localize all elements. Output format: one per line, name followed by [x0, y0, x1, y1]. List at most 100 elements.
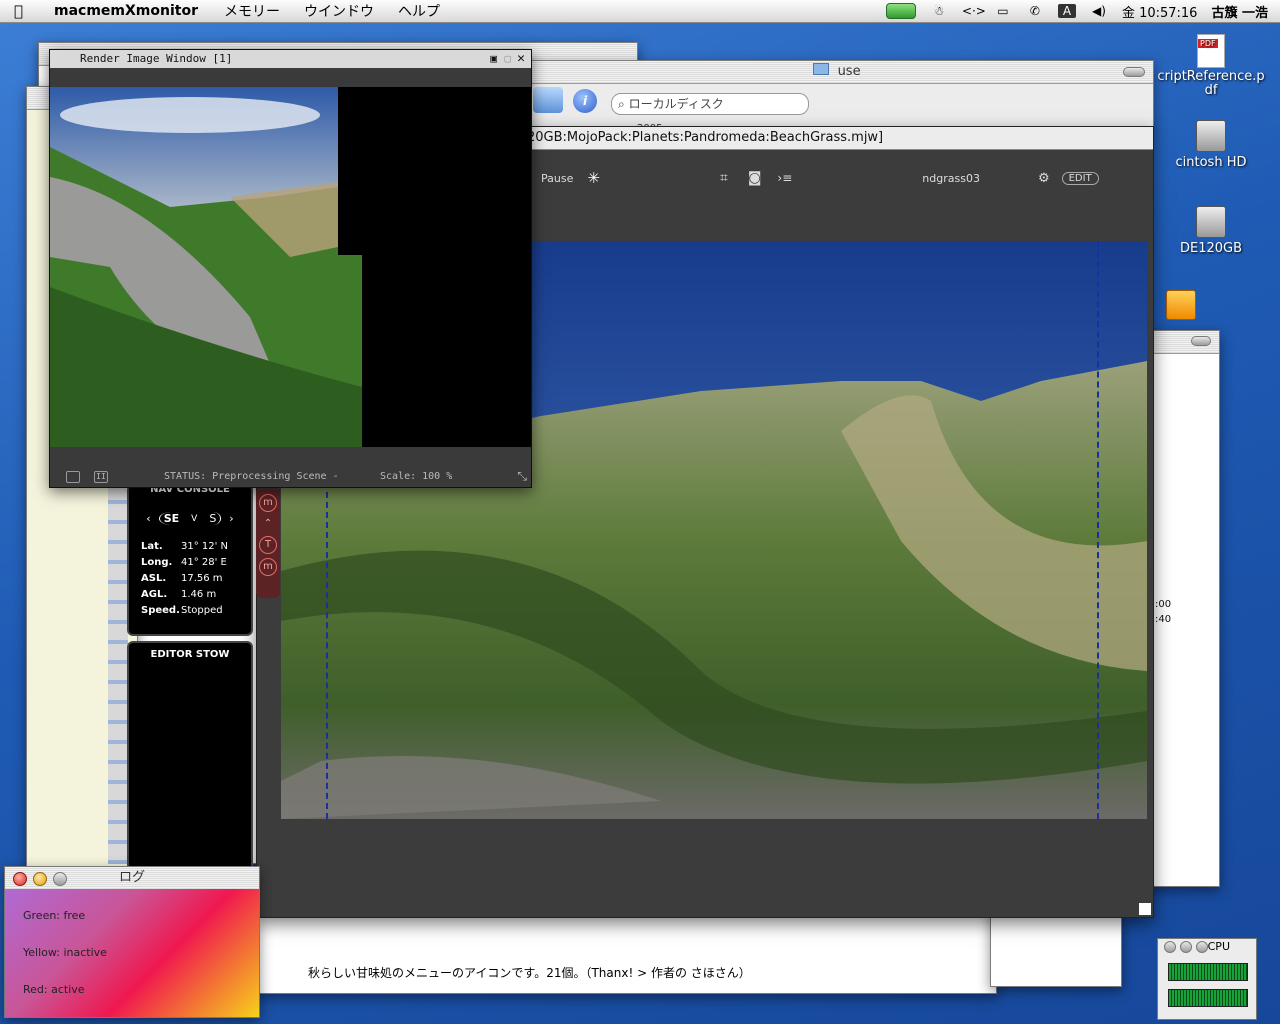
finder-sidebar-icons[interactable] — [108, 484, 128, 864]
bottom-window-2[interactable]: 秋らしい甘味処のメニューのアイコンです。21個。（Thanx! > 作者の さほ… — [255, 910, 997, 994]
minimize-icon[interactable]: ▣ — [490, 50, 497, 68]
cpu-titlebar[interactable]: CPU — [1158, 939, 1256, 955]
time-readout-2: :40 — [1155, 614, 1172, 625]
finder-search-field[interactable]: ⌕ ローカルディスク — [611, 93, 809, 115]
font-a-icon[interactable]: A — [1057, 4, 1076, 18]
folder-icon — [813, 63, 830, 75]
menubar:  macmemXmonitor メモリー ウインドウ ヘルプ ☃ <·> ▭ … — [0, 0, 1280, 23]
menu-window[interactable]: ウインドウ — [304, 1, 374, 21]
apple-menu-icon[interactable]:  — [14, 2, 36, 20]
desktop-item-label: DE120GB — [1179, 241, 1243, 256]
arrow-left-icon[interactable]: ‹ — [146, 512, 150, 525]
finder-title: use — [837, 64, 861, 79]
code-icon[interactable]: <·> — [962, 4, 986, 18]
render-preview-image — [50, 87, 362, 447]
nav-row-lat: Lat. 31° 12' N — [141, 541, 229, 552]
nav-row-agl: AGL. 1.46 m — [141, 589, 217, 600]
render-status-bar: II STATUS: Preprocessing Scene - Scale: … — [50, 468, 531, 486]
cpu-title: CPU — [1207, 940, 1230, 953]
render-canvas — [50, 87, 531, 447]
tab-m-1[interactable]: m — [259, 494, 277, 512]
gear-icon[interactable]: ⚙ — [1038, 171, 1050, 186]
close-button[interactable] — [1164, 941, 1176, 953]
menubar-user[interactable]: 古籏 一浩 — [1211, 2, 1268, 21]
cpu-bar-2 — [1168, 989, 1248, 1007]
log-titlebar[interactable]: ログ — [5, 867, 259, 890]
menu-help[interactable]: ヘルプ — [398, 1, 440, 21]
resize-grip[interactable] — [1139, 903, 1151, 915]
zoom-button[interactable] — [1196, 941, 1208, 953]
desktop-item-label: criptReference.p df — [1157, 69, 1265, 98]
tab-t[interactable]: T — [259, 536, 277, 554]
compass-heading-mid: V — [191, 513, 198, 524]
menu-memory[interactable]: メモリー — [224, 1, 280, 21]
model-name[interactable]: ndgrass03 — [922, 172, 980, 185]
render-status-text: STATUS: Preprocessing Scene - — [164, 471, 339, 482]
render-star-icon[interactable]: ✳ — [587, 169, 600, 187]
finder-window[interactable]: use i ⌕ ローカルディスク 2005 — [520, 60, 1154, 134]
editor-stow-title: EDITOR STOW — [150, 649, 230, 660]
legend-yellow: Yellow: inactive — [23, 946, 107, 959]
crop-icon[interactable]: ⌗ — [720, 170, 728, 186]
cpu-bar-1 — [1168, 963, 1248, 981]
phone-icon[interactable]: ✆ — [1026, 4, 1044, 18]
finder-search-placeholder: ローカルディスク — [628, 97, 724, 111]
desktop-item-label: cintosh HD — [1175, 155, 1247, 170]
bottom-status-text: 秋らしい甘味処のメニューのアイコンです。21個。（Thanx! > 作者の さほ… — [308, 966, 751, 980]
hard-disk-icon-2 — [1196, 206, 1226, 238]
hard-disk-icon — [1196, 120, 1226, 152]
compass-heading-left: SE — [158, 512, 183, 525]
legend-red: Red: active — [23, 983, 85, 996]
info-icon[interactable]: i — [573, 89, 597, 113]
toolbar-toggle-button[interactable] — [1123, 67, 1145, 77]
mountain-tab-icon[interactable]: ⌃ — [260, 516, 276, 532]
desktop-disk-item[interactable]: cintosh HD — [1156, 120, 1266, 170]
zoom-button[interactable] — [53, 872, 67, 886]
editor-stow-panel[interactable]: EDITOR STOW — [127, 641, 253, 871]
pause-icon[interactable]: II — [94, 471, 108, 483]
frame-guide-right — [1097, 241, 1099, 819]
desktop-firewire-item[interactable] — [1156, 290, 1206, 320]
minimize-button[interactable] — [33, 872, 47, 886]
render-scale-text: Scale: 100 % — [380, 471, 453, 482]
pause-button[interactable]: Pause — [541, 172, 573, 185]
resize-icon[interactable]: ⤡ — [517, 469, 527, 484]
pdf-file-icon — [1197, 34, 1225, 68]
nav-row-asl: ASL. 17.56 m — [141, 573, 223, 584]
close-button[interactable] — [13, 872, 27, 886]
magnifier-icon: ⌕ — [618, 97, 625, 111]
app-name-menu[interactable]: macmemXmonitor — [54, 3, 198, 19]
firewire-disk-icon — [1166, 290, 1196, 320]
finder-titlebar[interactable]: use — [521, 61, 1153, 84]
script-icon[interactable]: ›≡ — [777, 171, 792, 185]
nav-row-speed: Speed. Stopped — [141, 605, 223, 616]
zoom-icon[interactable]: ▢ — [504, 50, 511, 68]
tab-m-2[interactable]: m — [259, 558, 277, 576]
legend-green: Green: free — [23, 909, 86, 922]
render-titlebar[interactable]: Render Image Window [1] ▣ ▢ ✕ — [50, 50, 531, 68]
volume-icon[interactable]: ◀) — [1090, 4, 1108, 18]
render-title: Render Image Window [1] — [80, 52, 233, 65]
minimize-button[interactable] — [1180, 941, 1192, 953]
display-icon[interactable]: ▭ — [994, 4, 1012, 18]
camera-icon[interactable]: ◙ — [748, 170, 762, 186]
render-image-window[interactable]: Render Image Window [1] ▣ ▢ ✕ II STATUS:… — [49, 49, 532, 488]
menubar-clock[interactable]: 金 10:57:16 — [1122, 2, 1198, 21]
stop-button[interactable] — [66, 471, 80, 483]
edit-button[interactable]: EDIT — [1061, 171, 1099, 185]
nav-row-long: Long. 41° 28' E — [141, 557, 227, 568]
new-folder-icon[interactable] — [533, 87, 563, 113]
close-icon[interactable]: ✕ — [517, 50, 525, 68]
cpu-monitor-window[interactable]: CPU — [1157, 938, 1257, 1020]
desktop-disk-item-2[interactable]: DE120GB — [1156, 206, 1266, 256]
compass-heading-right: S — [205, 512, 222, 525]
battery-icon[interactable] — [885, 3, 916, 19]
nav-side-tabs: m ⌃ T m — [256, 490, 280, 598]
spotlight-person-icon[interactable]: ☃ — [930, 4, 948, 18]
log-window[interactable]: ログ Green: free Yellow: inactive Red: act… — [4, 866, 260, 1018]
time-readout-1: :00 — [1155, 599, 1172, 610]
desktop-pdf-item[interactable]: criptReference.p df — [1156, 34, 1266, 98]
log-title: ログ — [118, 870, 145, 885]
arrow-right-icon[interactable]: › — [229, 512, 233, 525]
nav-console-panel: ‹ SE V S › Lat. 31° 12' N Long. 41° 28' E … — [127, 484, 253, 636]
